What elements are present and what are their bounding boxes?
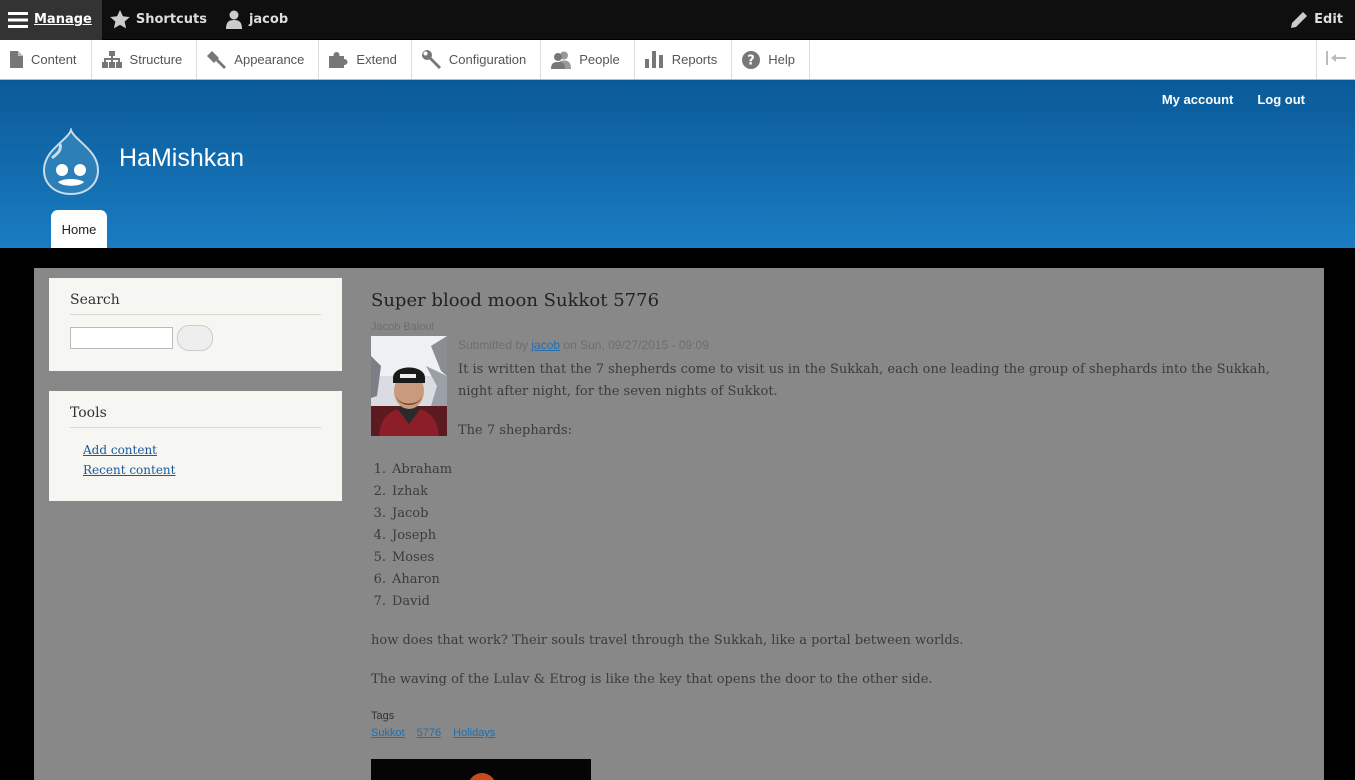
node-title[interactable]: Super blood moon Sukkot 5776 — [371, 290, 659, 311]
tray-item-people[interactable]: People — [541, 40, 635, 79]
list-item: 3. Jacob — [373, 506, 429, 521]
tray-label: People — [579, 52, 620, 67]
tray-label: Appearance — [234, 52, 305, 67]
sitemap-icon — [101, 51, 122, 68]
svg-text:?: ? — [747, 53, 755, 68]
wrench-icon — [421, 50, 441, 69]
list-item: 6. Aharon — [373, 572, 440, 587]
submitted-prefix: Submitted by — [458, 338, 529, 352]
tray-item-help[interactable]: ? Help — [732, 40, 810, 79]
tray-label: Configuration — [448, 52, 527, 67]
tray-item-appearance[interactable]: Appearance — [197, 40, 320, 79]
list-item: 2. Izhak — [373, 484, 428, 499]
recent-content-link[interactable]: Recent content — [83, 460, 321, 480]
user-icon — [225, 10, 243, 29]
edit-label: Edit — [1314, 12, 1343, 27]
page-content: Search Tools Add content Recent content … — [34, 268, 1324, 780]
admin-tray: Content Structure Appearance Extend Conf… — [0, 40, 1355, 80]
body-paragraph-2: how does that work? Their souls travel t… — [371, 633, 964, 648]
people-icon — [551, 51, 572, 69]
list-item: 4. Joseph — [373, 528, 437, 543]
tags-label: Tags — [371, 710, 395, 722]
tray-label: Extend — [356, 52, 397, 67]
tray-label: Help — [768, 52, 795, 67]
user-label: jacob — [248, 12, 289, 27]
search-block-title: Search — [70, 292, 321, 315]
body-paragraph-3: The waving of the Lulav & Etrog is like … — [371, 672, 933, 687]
tray-item-structure[interactable]: Structure — [92, 40, 198, 79]
tab-home[interactable]: Home — [51, 210, 107, 248]
add-content-link[interactable]: Add content — [83, 440, 321, 460]
tray-item-content[interactable]: Content — [0, 40, 92, 79]
tags-list: Sukkot 5776 Holidays — [371, 727, 495, 739]
collapse-arrow-icon — [1326, 50, 1346, 69]
submitted-line: Submitted by jacob on Sun, 09/27/2015 - … — [458, 338, 709, 352]
admin-toolbar: Manage Shortcuts jacob Edit — [0, 0, 1355, 40]
submitted-date: on Sun, 09/27/2015 - 09:09 — [563, 338, 709, 352]
avatar[interactable] — [371, 336, 447, 436]
tools-block-title: Tools — [70, 405, 321, 428]
site-name[interactable]: HaMishkan — [119, 144, 244, 173]
pencil-icon — [1290, 11, 1308, 29]
user-tab[interactable]: jacob — [217, 0, 298, 40]
tag-link[interactable]: Holidays — [453, 727, 495, 739]
intro-paragraph: It is written that the 7 shepherds come … — [458, 362, 1270, 399]
site-header: My account Log out HaMishkan Home — [0, 80, 1355, 248]
file-icon — [10, 51, 23, 68]
secondary-menu: My account Log out — [1162, 92, 1305, 107]
manage-tab[interactable]: Manage — [0, 0, 102, 40]
tools-block: Tools Add content Recent content — [49, 391, 342, 501]
shortcuts-tab[interactable]: Shortcuts — [102, 0, 217, 40]
shortcuts-label: Shortcuts — [135, 12, 207, 27]
shepherds-list: 1. Abraham 2. Izhak 3. Jacob 4. Joseph 5. Mos… — [371, 459, 453, 613]
search-input[interactable] — [70, 327, 173, 349]
help-icon: ? — [742, 50, 761, 69]
drupal-logo-icon[interactable] — [40, 126, 102, 200]
tray-orientation-toggle[interactable] — [1316, 40, 1355, 79]
tray-label: Structure — [129, 52, 183, 67]
author-name: Jacob Baloul — [371, 321, 434, 333]
list-item: 7. David — [373, 594, 430, 609]
tray-item-reports[interactable]: Reports — [635, 40, 733, 79]
puzzle-icon — [329, 51, 348, 68]
edit-button[interactable]: Edit — [1282, 0, 1355, 40]
tray-item-configuration[interactable]: Configuration — [412, 40, 542, 79]
moon-image[interactable] — [371, 759, 591, 780]
tray-label: Reports — [671, 52, 718, 67]
shepherds-heading: The 7 shephards: — [458, 423, 573, 438]
tag-link[interactable]: Sukkot — [371, 727, 405, 739]
paintbrush-icon — [207, 50, 227, 69]
bar-chart-icon — [644, 51, 664, 68]
list-item: 1. Abraham — [373, 462, 453, 477]
search-button[interactable] — [177, 325, 213, 351]
tray-label: Content — [31, 52, 77, 67]
tag-link[interactable]: 5776 — [417, 727, 441, 739]
manage-label: Manage — [34, 12, 92, 27]
hamburger-icon — [8, 11, 28, 29]
my-account-link[interactable]: My account — [1162, 92, 1234, 107]
author-link[interactable]: jacob — [531, 338, 560, 352]
tray-item-extend[interactable]: Extend — [319, 40, 412, 79]
star-icon — [110, 10, 130, 29]
search-block: Search — [49, 278, 342, 371]
list-item: 5. Moses — [373, 550, 435, 565]
log-out-link[interactable]: Log out — [1257, 92, 1305, 107]
